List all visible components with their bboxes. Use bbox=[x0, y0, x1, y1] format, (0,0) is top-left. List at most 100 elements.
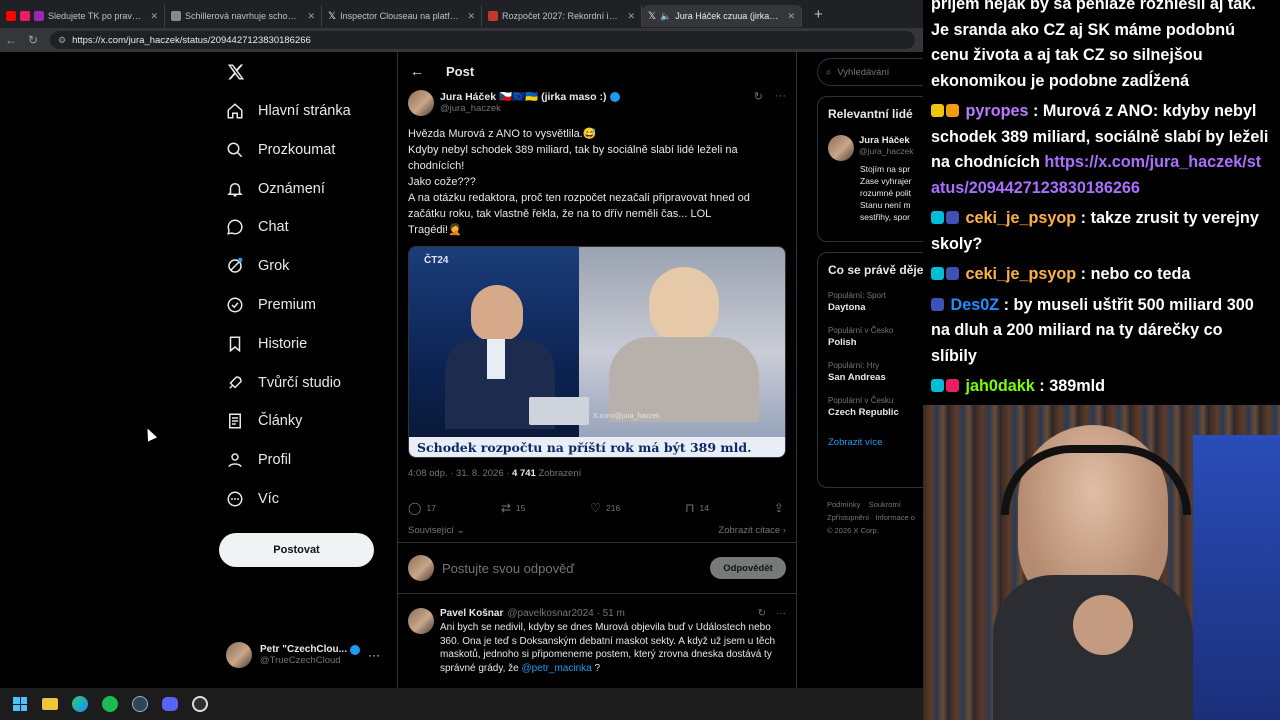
discord-icon[interactable] bbox=[160, 694, 180, 714]
author-name[interactable]: Jura Háček 🇨🇿🇪🇺🇺🇦 (jirka maso :) bbox=[440, 90, 606, 103]
repost-action[interactable]: ⇄ 15 bbox=[501, 501, 526, 515]
premium-icon bbox=[227, 297, 243, 313]
reply-tweet: Pavel Košnar @pavelkosnar2024 · 51 m ↻ ·… bbox=[408, 608, 786, 675]
footer-accessibility[interactable]: Zpřístupnění bbox=[827, 513, 869, 522]
reply-input[interactable] bbox=[442, 560, 702, 576]
reload-icon[interactable]: ↻ bbox=[22, 33, 44, 47]
avatar[interactable] bbox=[828, 135, 854, 161]
trend-item[interactable]: Populární v Česko Polish bbox=[818, 326, 923, 348]
show-more-link[interactable]: Zobrazit více bbox=[818, 431, 923, 448]
nav-item-8[interactable]: Tvůrčí studio bbox=[226, 364, 341, 402]
reply-avatar[interactable] bbox=[408, 608, 434, 634]
x-logo-icon[interactable] bbox=[227, 63, 245, 81]
site-info-icon[interactable]: ⚙ bbox=[58, 35, 66, 46]
tweet-video[interactable]: ČT24 X.com/@jura_haczek Schodek rozpočtu… bbox=[408, 246, 786, 458]
search-input[interactable]: ⌕ Vyhledávání bbox=[817, 58, 923, 86]
grok-icon[interactable]: ↻ bbox=[754, 90, 763, 103]
trending-box: Co se právě děje Populární: Sport Daytona… bbox=[817, 252, 923, 488]
nav-item-3[interactable]: Oznámení bbox=[226, 170, 325, 208]
edge-icon[interactable] bbox=[70, 694, 90, 714]
browser-tab-3[interactable]: 𝕏 Inspector Clouseau na platformě ✕ bbox=[322, 5, 482, 27]
relevant-bio-line: Stanu není m bbox=[860, 200, 911, 210]
grok-icon[interactable]: ↻ bbox=[758, 608, 766, 619]
chat-badge-icon bbox=[946, 104, 959, 117]
reply-button[interactable]: Odpovědět bbox=[710, 557, 786, 579]
reply-action[interactable]: ◯ 17 bbox=[408, 501, 436, 515]
more-icon[interactable]: ··· bbox=[368, 648, 380, 662]
reply-mention[interactable]: @petr_macinka bbox=[522, 663, 592, 674]
steam-icon[interactable] bbox=[130, 694, 150, 714]
nav-item-label: Premium bbox=[258, 297, 317, 313]
trend-item[interactable]: Populární: Hry San Andreas bbox=[818, 361, 923, 383]
like-action[interactable]: ♡ 216 bbox=[590, 501, 620, 515]
bookmark-action[interactable]: ⊓ 14 bbox=[685, 501, 709, 515]
more-icon[interactable]: ··· bbox=[775, 90, 786, 102]
nav-item-2[interactable]: Prozkoumat bbox=[226, 131, 335, 169]
browser-tab-active[interactable]: 𝕏 🔈 Jura Háček czuua (jirka maso ✕ bbox=[642, 5, 802, 27]
nav-item-label: Tvůrčí studio bbox=[258, 374, 341, 391]
nav-item-10[interactable]: Profil bbox=[226, 441, 291, 479]
footer-terms[interactable]: Podmínky bbox=[827, 500, 860, 509]
account-switcher[interactable]: Petr "CzechClou... @TrueCzechCloud ··· bbox=[226, 637, 396, 673]
post-button[interactable]: Postovat bbox=[219, 533, 374, 567]
footer-copyright: © 2026 X Corp. bbox=[827, 526, 879, 535]
related-dropdown[interactable]: Související ⌄ bbox=[408, 525, 465, 536]
video-watermark: X.com/@jura_haczek bbox=[593, 413, 660, 420]
nav-item-label: Grok bbox=[258, 258, 290, 275]
chat-message-top: príjem nejak by sa peniaze rozniesli aj … bbox=[931, 0, 1256, 90]
browser-tab-2[interactable]: Schillerová navrhuje schodek r ✕ bbox=[165, 5, 322, 27]
search-placeholder: Vyhledávání bbox=[837, 66, 890, 78]
author-avatar[interactable] bbox=[408, 90, 434, 116]
close-tab-icon[interactable]: ✕ bbox=[307, 11, 315, 22]
spotify-icon[interactable] bbox=[100, 694, 120, 714]
more-icon[interactable]: ··· bbox=[776, 608, 786, 619]
anchor-shirt bbox=[487, 339, 505, 379]
windows-start-icon[interactable] bbox=[10, 694, 30, 714]
new-tab-button[interactable]: + bbox=[814, 6, 823, 23]
back-arrow-icon[interactable]: ← bbox=[410, 63, 424, 79]
chat-badge-icon bbox=[931, 379, 944, 392]
footer-ads[interactable]: Informace o bbox=[875, 513, 915, 522]
trend-item[interactable]: Populární v Česku Czech Republic bbox=[818, 396, 923, 418]
footer-privacy[interactable]: Soukromí bbox=[869, 500, 901, 509]
tweet-timestamp[interactable]: 4:08 odp. · 31. 8. 2026 · bbox=[408, 468, 512, 479]
close-tab-icon[interactable]: ✕ bbox=[787, 11, 795, 22]
chat-message: ceki_je_psyop : takze zrusit ty verejny … bbox=[931, 209, 1259, 253]
nav-item-5[interactable]: Grok bbox=[226, 247, 289, 285]
trend-item[interactable]: Populární: Sport Daytona bbox=[818, 291, 923, 313]
chat-badge-icon bbox=[946, 211, 959, 224]
close-tab-icon[interactable]: ✕ bbox=[627, 11, 635, 22]
relevant-name[interactable]: Jura Háček bbox=[859, 135, 913, 146]
nav-item-7[interactable]: Historie bbox=[226, 325, 307, 363]
relevant-bio-line: Stojím na spr bbox=[860, 164, 911, 174]
browser-tab-4[interactable]: Rozpočet 2027: Rekordní investice ✕ bbox=[482, 5, 642, 27]
obs-icon[interactable] bbox=[190, 694, 210, 714]
trend-category: Populární v Česko bbox=[828, 326, 894, 335]
chat-badge-icon bbox=[931, 267, 944, 280]
x-page: Hlavní stránka Prozkoumat Oznámení Chat Grok… bbox=[0, 52, 923, 688]
back-icon[interactable]: ← bbox=[0, 33, 22, 47]
nav-item-1[interactable]: Hlavní stránka bbox=[226, 92, 351, 130]
reply-author-name[interactable]: Pavel Košnar bbox=[440, 608, 503, 619]
reply-count: 17 bbox=[426, 503, 436, 513]
reply-author-handle[interactable]: @pavelkosnar2024 · 51 m bbox=[507, 608, 624, 619]
mouse-cursor bbox=[142, 426, 158, 442]
nav-item-6[interactable]: Premium bbox=[226, 286, 316, 324]
file-explorer-icon[interactable] bbox=[40, 694, 60, 714]
close-tab-icon[interactable]: ✕ bbox=[150, 11, 158, 22]
close-tab-icon[interactable]: ✕ bbox=[467, 11, 475, 22]
browser-tab-1[interactable]: Sledujete TK po pravidel ✕ bbox=[0, 5, 165, 27]
nav-item-label: Profil bbox=[258, 452, 292, 469]
trend-category: Populární: Hry bbox=[828, 361, 880, 370]
nav-item-9[interactable]: Články bbox=[226, 402, 302, 440]
nav-item-11[interactable]: Víc bbox=[226, 480, 279, 518]
tab-title: Jura Háček czuua (jirka maso bbox=[675, 11, 780, 21]
share-action[interactable]: ⇪ bbox=[774, 501, 784, 515]
author-handle[interactable]: @jura_haczek bbox=[440, 103, 748, 114]
show-quotes-link[interactable]: Zobrazit citace › bbox=[718, 525, 786, 536]
stream-chat-overlay: príjem nejak by sa peniaze rozniesli aj … bbox=[923, 0, 1280, 405]
nav-item-4[interactable]: Chat bbox=[226, 208, 289, 246]
address-input[interactable]: ⚙ https://x.com/jura_haczek/status/20944… bbox=[50, 31, 915, 49]
post-column: ← Post Jura Háček 🇨🇿🇪🇺🇺🇦 (jirka maso :) … bbox=[397, 52, 797, 688]
youtube-icon bbox=[6, 11, 16, 21]
